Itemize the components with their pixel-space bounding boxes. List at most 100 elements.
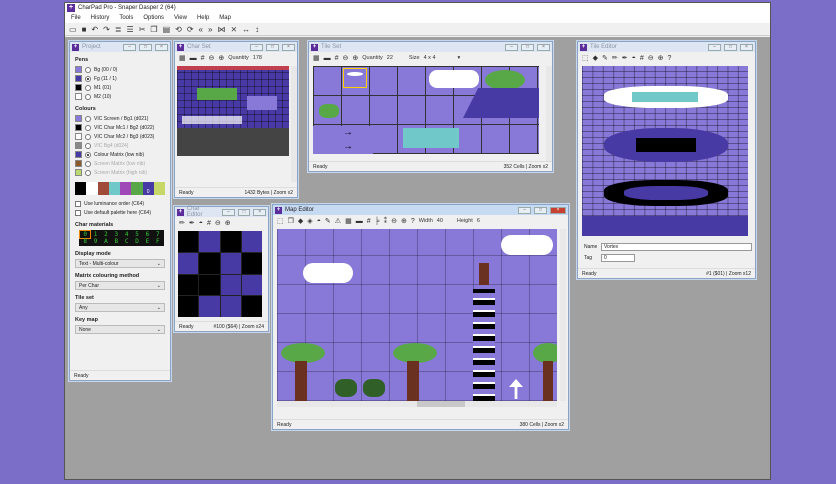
bitmap-icon[interactable]: ▦ xyxy=(179,54,186,62)
palette-colour[interactable] xyxy=(86,182,98,195)
tile-edit-canvas[interactable] xyxy=(582,66,748,236)
pencil-icon[interactable]: ✏ xyxy=(612,54,618,62)
rotate-left-icon[interactable]: ⟲ xyxy=(175,25,182,34)
colour-option[interactable]: VIC Char Mc1 / Bg2 (d022) xyxy=(75,123,165,132)
shift-right-icon[interactable]: » xyxy=(208,25,212,34)
colour-swatch[interactable] xyxy=(75,84,82,91)
radio-button[interactable] xyxy=(85,66,91,73)
grid-icon[interactable]: # xyxy=(367,218,371,225)
maximize-button[interactable]: □ xyxy=(237,208,251,216)
radio-button[interactable] xyxy=(85,124,91,131)
close-button[interactable]: × xyxy=(253,208,266,216)
menu-file[interactable]: File xyxy=(71,15,81,21)
menu-options[interactable]: Options xyxy=(143,15,164,21)
radio-button[interactable] xyxy=(85,75,91,82)
palette-colour[interactable] xyxy=(75,182,87,195)
tileset-canvas[interactable]: → → xyxy=(313,66,539,154)
flip-h-icon[interactable]: ⋈ xyxy=(217,25,225,34)
palette-colour[interactable] xyxy=(131,182,143,195)
char-material-cell[interactable]: C xyxy=(122,238,132,245)
colour-swatch[interactable] xyxy=(75,142,82,149)
zoom-out-icon[interactable]: ⊖ xyxy=(648,54,654,62)
scrollbar[interactable] xyxy=(291,66,297,182)
char-edit-canvas[interactable] xyxy=(178,231,262,317)
undo-icon[interactable]: ↶ xyxy=(91,25,98,34)
numbers-icon[interactable]: ⁑ xyxy=(384,217,388,225)
colour-swatch[interactable] xyxy=(75,66,82,73)
colour-swatch[interactable] xyxy=(75,75,82,82)
tileeditor-titlebar[interactable]: + Tile Editor – □ × xyxy=(578,42,755,52)
map-canvas[interactable] xyxy=(277,229,557,401)
brush-icon[interactable]: ✒ xyxy=(622,54,628,62)
char-material-cell[interactable]: E xyxy=(142,238,152,245)
zoom-in-icon[interactable]: ⊕ xyxy=(401,217,407,225)
zoom-in-icon[interactable]: ⊕ xyxy=(658,54,664,62)
colour-option[interactable]: VIC Char Mc2 / Bg3 (d023) xyxy=(75,132,165,141)
matrix-select[interactable]: Per Char ⌄ xyxy=(75,281,165,290)
pen-option[interactable]: Bg (00 / 0) xyxy=(75,65,165,74)
horizontal-scrollbar[interactable] xyxy=(277,401,557,407)
char-material-cell[interactable]: 2 xyxy=(101,231,111,238)
minimize-button[interactable]: – xyxy=(123,43,136,51)
maximize-button[interactable]: □ xyxy=(724,43,737,51)
charset-canvas[interactable] xyxy=(177,66,289,156)
radio-button[interactable] xyxy=(85,169,91,176)
maximize-button[interactable]: □ xyxy=(521,43,534,51)
vertical-scrollbar[interactable] xyxy=(560,229,566,401)
char-material-cell[interactable]: F xyxy=(153,238,163,245)
menu-history[interactable]: History xyxy=(91,15,110,21)
stamp-icon[interactable]: ◆ xyxy=(593,54,598,62)
minimize-button[interactable]: – xyxy=(505,43,518,51)
default-palette-checkbox[interactable] xyxy=(75,209,81,216)
paste-icon[interactable]: ▤ xyxy=(163,25,171,34)
zoom-in-icon[interactable]: ⊕ xyxy=(218,54,224,62)
char-material-cell[interactable]: B xyxy=(111,238,121,245)
stamp-icon[interactable]: ◆ xyxy=(298,217,303,225)
redo-icon[interactable]: ↷ xyxy=(103,25,110,34)
radio-button[interactable] xyxy=(85,133,91,140)
zoom-in-icon[interactable]: ⊕ xyxy=(352,54,358,62)
mono-icon[interactable]: ▬ xyxy=(356,218,363,225)
copy-icon[interactable]: ❐ xyxy=(288,217,294,225)
colour-swatch[interactable] xyxy=(75,160,82,167)
colour-option[interactable]: VIC Bg4 (d024) xyxy=(75,141,165,150)
swap-v-icon[interactable]: ↕ xyxy=(255,25,259,34)
charset-titlebar[interactable]: + Char Set – □ × xyxy=(175,42,297,52)
picker-icon[interactable]: ✎ xyxy=(602,54,608,62)
pen-option[interactable]: M1 (01) xyxy=(75,83,165,92)
colour-swatch[interactable] xyxy=(75,169,82,176)
colour-swatch[interactable] xyxy=(75,115,82,122)
fill-icon[interactable]: ◓ xyxy=(632,55,636,62)
mapeditor-titlebar[interactable]: + Map Editor – □ × xyxy=(273,205,568,215)
menu-view[interactable]: View xyxy=(174,15,187,21)
tileset-titlebar[interactable]: + Tile Set – □ × xyxy=(309,42,552,52)
project-titlebar[interactable]: + Project – □ × xyxy=(70,42,170,52)
zoom-out-icon[interactable]: ⊖ xyxy=(343,54,349,62)
radio-button[interactable] xyxy=(85,84,91,91)
minimize-button[interactable]: – xyxy=(222,208,235,216)
bitmap-icon[interactable]: ▦ xyxy=(345,217,352,225)
grid-icon[interactable]: # xyxy=(640,55,644,62)
help-icon[interactable]: ? xyxy=(411,218,415,225)
align-icon[interactable]: ≣ xyxy=(115,25,122,34)
colour-option[interactable]: Colour Matrix (low nib) xyxy=(75,150,165,159)
size-select[interactable]: 4 x 4 xyxy=(424,55,436,61)
name-input[interactable]: Vortex xyxy=(601,242,752,251)
zoom-in-icon[interactable]: ⊕ xyxy=(225,219,231,227)
shift-left-icon[interactable]: « xyxy=(199,25,203,34)
fill-icon[interactable]: ◓ xyxy=(317,218,321,225)
save-icon[interactable]: ■ xyxy=(82,25,87,34)
colour-swatch[interactable] xyxy=(75,124,82,131)
palette-colour[interactable] xyxy=(108,182,120,195)
colour-option[interactable]: VIC Screen / Bg1 (d021) xyxy=(75,114,165,123)
bitmap-icon[interactable]: ▦ xyxy=(313,54,320,62)
pencil-icon[interactable]: ✏ xyxy=(179,219,185,227)
warning-icon[interactable]: ⚠ xyxy=(335,217,341,225)
close-button[interactable]: × xyxy=(550,206,566,214)
tag-stepper[interactable]: 0 xyxy=(601,253,635,262)
display-mode-select[interactable]: Text - Multi-colour ⌄ xyxy=(75,259,165,268)
chareditor-titlebar[interactable]: + Char Editor – □ × xyxy=(175,206,268,218)
tileset-select[interactable]: Any ⌄ xyxy=(75,303,165,312)
scrollbar-thumb[interactable] xyxy=(417,401,465,407)
char-material-cell[interactable]: A xyxy=(101,238,111,245)
